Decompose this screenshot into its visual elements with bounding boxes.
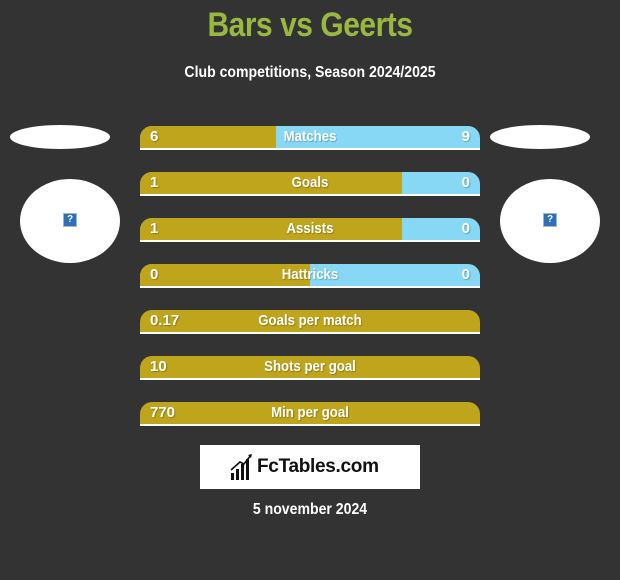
stat-label: Assists xyxy=(286,220,334,237)
right-player-avatar[interactable]: ? xyxy=(500,179,600,263)
left-value: 1 xyxy=(150,174,159,191)
left-value: 6 xyxy=(150,128,159,145)
right-value: 9 xyxy=(461,128,470,145)
stat-row-goals-per-match: 0.17 Goals per match xyxy=(140,310,480,334)
left-player-avatar[interactable]: ? xyxy=(20,179,120,263)
bar-chart-icon xyxy=(230,454,252,480)
stat-label: Goals per match xyxy=(258,312,362,329)
stat-row-matches: 6 Matches 9 xyxy=(140,126,480,150)
right-player-name-placeholder xyxy=(490,125,590,149)
page-subtitle: Club competitions, Season 2024/2025 xyxy=(184,64,436,81)
stat-label: Goals xyxy=(291,174,329,191)
stat-row-hattricks: 0 Hattricks 0 xyxy=(140,264,480,288)
stat-label: Hattricks xyxy=(281,266,339,283)
question-mark-icon: ? xyxy=(543,213,557,227)
left-value: 1 xyxy=(150,220,159,237)
fctables-logo[interactable]: FcTables.com xyxy=(200,445,420,489)
stat-row-assists: 1 Assists 0 xyxy=(140,218,480,242)
question-mark-icon: ? xyxy=(63,213,77,227)
stat-label: Min per goal xyxy=(271,404,349,421)
left-player-name-placeholder xyxy=(10,125,110,149)
right-value: 0 xyxy=(461,220,470,237)
date-label: 5 november 2024 xyxy=(252,501,368,518)
right-value: 0 xyxy=(461,174,470,191)
page-title: Bars vs Geerts xyxy=(207,6,413,44)
right-value: 0 xyxy=(461,266,470,283)
logo-text: FcTables.com xyxy=(257,456,379,477)
stat-row-goals: 1 Goals 0 xyxy=(140,172,480,196)
stat-row-min-per-goal: 770 Min per goal xyxy=(140,402,480,426)
stat-label: Shots per goal xyxy=(264,358,356,375)
left-value: 0 xyxy=(150,266,159,283)
stat-row-shots-per-goal: 10 Shots per goal xyxy=(140,356,480,380)
stat-label: Matches xyxy=(283,128,337,145)
